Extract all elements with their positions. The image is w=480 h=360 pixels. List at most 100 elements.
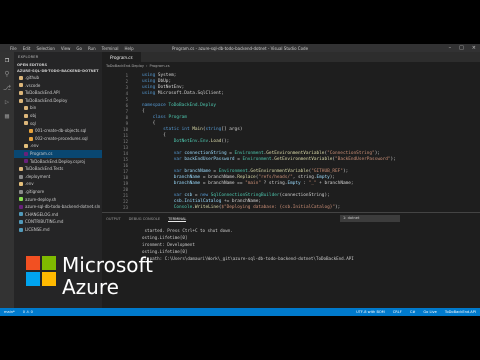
tree-item[interactable]: 001-create-db-objects.sql bbox=[14, 127, 102, 135]
tree-item[interactable]: .gitignore bbox=[14, 188, 102, 196]
file-icon bbox=[19, 197, 23, 202]
code-editor[interactable]: 1 using System; 2 using DbUp; 3 using DotNetE… bbox=[102, 72, 480, 212]
status-bar: main* 0 ⚠ 0 UTF-8 with BOM CRLF C# Go Li… bbox=[0, 308, 480, 316]
file-icon bbox=[19, 182, 23, 187]
tab-output[interactable]: OUTPUT bbox=[106, 217, 121, 221]
breadcrumb-item[interactable]: ToDoBackEnd.Deploy bbox=[106, 64, 144, 68]
tree-item[interactable]: LICENSE.md bbox=[14, 226, 102, 234]
tree-item[interactable]: azure-deploy.sh bbox=[14, 196, 102, 204]
tree-item-label: .gitignore bbox=[25, 188, 45, 194]
tree-item[interactable]: .vscode bbox=[14, 82, 102, 90]
tree-item-label: azure-sql-db-todo-backend-dotnet.sln bbox=[25, 204, 101, 210]
tab-program-cs[interactable]: Program.cs bbox=[102, 52, 141, 62]
menu-item-go[interactable]: Go bbox=[76, 46, 82, 51]
eol-status[interactable]: CRLF bbox=[393, 310, 402, 314]
menu-item-selection[interactable]: Selection bbox=[36, 46, 54, 51]
tree-item[interactable]: CHANGELOG.md bbox=[14, 211, 102, 219]
project-status[interactable]: ToDoBackEnd.API bbox=[445, 310, 476, 314]
terminal-line: nt path: C:\Users\damauri\Work\_git\azur… bbox=[142, 256, 354, 261]
logo-square-green bbox=[42, 256, 56, 270]
menu-item-edit[interactable]: Edit bbox=[23, 46, 31, 51]
tree-item-label: azure-deploy.sh bbox=[25, 196, 57, 202]
encoding-status[interactable]: UTF-8 with BOM bbox=[356, 310, 385, 314]
tree-item-label: 001-create-db-objects.sql bbox=[35, 128, 87, 134]
logo-square-red bbox=[26, 256, 40, 270]
tree-item[interactable]: bin bbox=[14, 104, 102, 112]
line-text: using Microsoft.Data.SqlClient; bbox=[142, 91, 224, 96]
tree-item-label: CONTRIBUTING.md bbox=[25, 219, 64, 225]
tree-item[interactable]: azure-sql-db-todo-backend-dotnet.sln bbox=[14, 203, 102, 211]
file-icon bbox=[19, 174, 23, 179]
menu-item-file[interactable]: File bbox=[10, 46, 17, 51]
tree-item-label: .vscode bbox=[25, 82, 41, 88]
title-bar: File Edit Selection View Go Run Terminal Help P… bbox=[0, 44, 480, 52]
tree-item-label: LICENSE.md bbox=[25, 226, 50, 232]
line-text: Console.WriteLine($"Deploying database: … bbox=[173, 205, 341, 210]
tree-item-label: ToDoBackEnd.API bbox=[25, 90, 60, 96]
tree-item[interactable]: ToDoBackEnd.Deploy bbox=[14, 97, 102, 105]
menu-item-terminal[interactable]: Terminal bbox=[102, 46, 119, 51]
brand-wordmark: Microsoft Azure bbox=[62, 254, 153, 298]
activity-bar: ❐ ⚲ ⎇ ▷ ▦ bbox=[0, 52, 14, 308]
tree-item[interactable]: ToDoBackEnd.Deploy.csproj bbox=[14, 158, 102, 166]
tree-item[interactable]: CONTRIBUTING.md bbox=[14, 218, 102, 226]
panel-tabs: OUTPUT DEBUG CONSOLE TERMINAL bbox=[106, 215, 187, 223]
tree-item-label: CHANGELOG.md bbox=[25, 211, 59, 217]
branch-status[interactable]: main* bbox=[4, 310, 15, 314]
line-text: var backEndUserPassword = Environment.Ge… bbox=[173, 157, 396, 162]
tree-item[interactable]: .github bbox=[14, 74, 102, 82]
editor-area: Program.cs ToDoBackEnd.Deploy › Program.… bbox=[102, 52, 480, 308]
language-status[interactable]: C# bbox=[410, 310, 416, 314]
minimize-icon[interactable]: – bbox=[449, 45, 452, 51]
chevron-right-icon: › bbox=[146, 64, 148, 68]
maximize-icon[interactable]: □ bbox=[459, 45, 464, 51]
menu-item-run[interactable]: Run bbox=[88, 46, 96, 51]
tab-debug-console[interactable]: DEBUG CONSOLE bbox=[129, 217, 160, 221]
logo-square-blue bbox=[26, 272, 40, 286]
menu-item-view[interactable]: View bbox=[61, 46, 71, 51]
source-control-icon[interactable]: ⎇ bbox=[3, 84, 11, 92]
file-icon bbox=[19, 166, 23, 171]
menu-item-help[interactable]: Help bbox=[125, 46, 134, 51]
file-icon bbox=[19, 75, 23, 80]
terminal-output[interactable]: started. Press Ctrl+C to shut down. ostin… bbox=[102, 227, 480, 262]
tree-item[interactable]: 002-create-procedures.sql bbox=[14, 135, 102, 143]
tree-item-label: 002-create-procedures.sql bbox=[35, 135, 88, 141]
file-icon bbox=[24, 106, 28, 111]
bottom-panel: OUTPUT DEBUG CONSOLE TERMINAL 1: dotnet … bbox=[102, 212, 480, 308]
file-icon bbox=[19, 212, 23, 217]
breadcrumb-item[interactable]: Program.cs bbox=[149, 64, 169, 68]
explorer-title: EXPLORER bbox=[18, 55, 39, 59]
tree-item[interactable]: .env bbox=[14, 180, 102, 188]
tree-item[interactable]: Program.cs bbox=[14, 149, 102, 158]
file-icon bbox=[19, 220, 23, 225]
problems-status[interactable]: 0 ⚠ 0 bbox=[23, 310, 33, 314]
tree-item-label: .env bbox=[30, 143, 39, 149]
tab-terminal[interactable]: TERMINAL bbox=[168, 217, 187, 222]
tree-item[interactable]: ToDoBackEnd.Tests bbox=[14, 165, 102, 173]
tree-item[interactable]: sql bbox=[14, 120, 102, 128]
tree-item[interactable]: ToDoBackEnd.API bbox=[14, 89, 102, 97]
terminal-select[interactable]: 1: dotnet bbox=[340, 215, 400, 222]
file-icon bbox=[19, 90, 23, 95]
tree-item[interactable]: obj bbox=[14, 112, 102, 120]
line-text: DotNetEnv.Env.Load(); bbox=[173, 139, 230, 144]
line-number: 23 bbox=[123, 205, 128, 210]
terminal-line: ironment: Development bbox=[142, 242, 195, 247]
search-icon[interactable]: ⚲ bbox=[3, 70, 11, 78]
close-icon[interactable]: × bbox=[472, 45, 476, 51]
tree-item[interactable]: .env bbox=[14, 142, 102, 150]
terminal-line: osting.Lifetime[0] bbox=[142, 235, 188, 240]
extensions-icon[interactable]: ▦ bbox=[3, 112, 11, 120]
explorer-icon[interactable]: ❐ bbox=[3, 56, 11, 64]
run-debug-icon[interactable]: ▷ bbox=[3, 98, 11, 106]
file-icon bbox=[24, 113, 28, 118]
editor-tabs: Program.cs bbox=[102, 52, 480, 62]
logo-square-yellow bbox=[42, 272, 56, 286]
line-text: branchName = branchName == "main" ? stri… bbox=[173, 181, 354, 186]
go-live-status[interactable]: Go Live bbox=[423, 310, 436, 314]
tree-item-label: bin bbox=[30, 105, 37, 111]
file-icon bbox=[24, 144, 28, 149]
tree-item[interactable]: .deployment bbox=[14, 173, 102, 181]
tree-item-label: .env bbox=[25, 181, 34, 187]
